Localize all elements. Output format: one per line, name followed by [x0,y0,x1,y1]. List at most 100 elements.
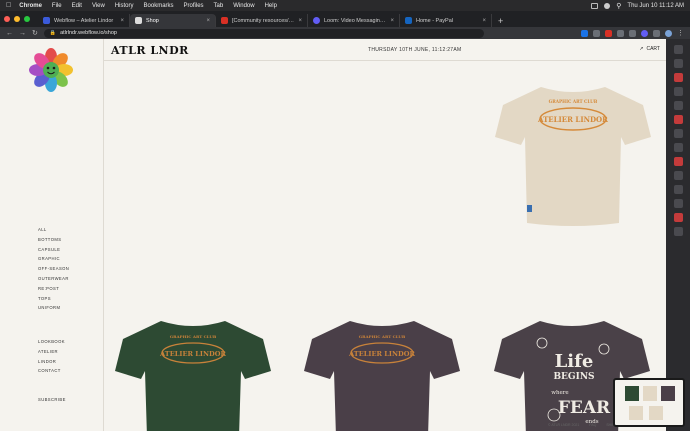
tool-icon[interactable] [673,115,683,124]
close-tab-icon[interactable]: × [206,18,210,24]
loom-icon [313,17,320,24]
nav-lindor[interactable]: LINDOR [38,359,65,369]
tool-icon[interactable] [673,59,683,68]
shop-favicon-icon [135,17,142,24]
tab-title: Home - PayPal [416,17,453,24]
close-tab-icon[interactable]: × [482,18,486,24]
product-card[interactable]: GRAPHIC ART CLUB ATELIER LINDOR [113,317,273,431]
tab-title: Loom: Video Messaging for Wo [324,17,386,24]
product-card[interactable]: GRAPHIC ART CLUB ATELIER LINDOR [302,317,462,431]
nav-off-season[interactable]: OFF-SEASON [38,266,69,276]
menu-window[interactable]: Window [233,3,254,9]
macos-menubar:  Chrome File Edit View History Bookmark… [0,0,690,11]
cart-icon: ↗ [639,46,644,52]
print-arc-text: GRAPHIC ART CLUB [359,334,406,339]
wifi-icon[interactable] [604,2,611,9]
tool-icon[interactable] [673,227,683,236]
lock-icon[interactable]: 🔒 [50,30,56,36]
minimize-window-button[interactable] [14,16,20,22]
search-icon[interactable]: ⚲ [616,2,621,10]
tool-icon[interactable] [673,87,683,96]
tool-icon[interactable] [673,101,683,110]
tab-title: Webflow – Atelier Lindor [54,17,114,24]
extension-icon[interactable] [581,29,588,37]
tool-icon[interactable] [673,45,683,54]
nav-bottoms[interactable]: BOTTOMS [38,237,69,247]
nav-graphic[interactable]: GRAPHIC [38,256,69,266]
tab-loom[interactable]: Loom: Video Messaging for Wo × [308,14,400,27]
extensions-area: ⋮ [581,29,684,37]
tab-webflow[interactable]: Webflow – Atelier Lindor × [38,14,130,27]
menu-tab[interactable]: Tab [214,3,224,9]
reload-icon[interactable]: ↻ [32,29,38,37]
subscribe-link[interactable]: SUBSCRIBE [38,397,66,402]
back-icon[interactable]: ← [6,30,13,37]
cart-label: CART [646,46,660,52]
status-area: ⚲ Thu Jun 10 11:12 AM [591,2,684,10]
site-brand[interactable]: ATLR LNDR [111,44,189,57]
footer-faq[interactable]: FAQ [589,423,596,427]
menu-profiles[interactable]: Profiles [184,3,204,9]
close-window-button[interactable] [4,16,10,22]
battery-icon[interactable] [591,2,599,9]
nav-lookbook[interactable]: LOOKBOOK [38,339,65,349]
menubar-clock[interactable]: Thu Jun 10 11:12 AM [627,3,684,9]
nav-all[interactable]: ALL [38,227,69,237]
tool-icon[interactable] [673,73,683,82]
apple-icon[interactable]:  [6,2,11,9]
print-text: ATELIER LINDOR [348,350,415,358]
new-tab-button[interactable]: + [498,14,503,27]
close-tab-icon[interactable]: × [120,18,124,24]
menu-file[interactable]: File [52,3,62,9]
screenshot-thumbnail[interactable] [613,378,685,427]
menu-help[interactable]: Help [265,3,277,9]
extension-icon[interactable] [593,29,600,37]
footer-copyright: © ATLR LNDR 2021 [548,423,580,427]
tool-icon[interactable] [673,157,683,166]
site-footer: © ATLR LNDR 2021 FAQ SHIPPING [548,423,623,427]
tab-paypal[interactable]: Home - PayPal × [400,14,492,27]
cart-link[interactable]: ↗ CART [639,46,660,52]
tool-icon[interactable] [673,129,683,138]
tool-icon[interactable] [673,185,683,194]
menu-app[interactable]: Chrome [19,3,42,9]
extension-icon[interactable] [605,29,612,37]
nav-uniform[interactable]: UNIFORM [38,305,69,315]
print-text-where: where [551,390,568,396]
menu-edit[interactable]: Edit [72,3,82,9]
extension-icon[interactable] [653,29,660,37]
site-header: ATLR LNDR THURSDAY 10TH JUNE, 11:12:27AM… [103,39,666,61]
nav-tops[interactable]: TOPS [38,296,69,306]
tool-icon[interactable] [673,143,683,152]
close-tab-icon[interactable]: × [298,18,302,24]
menu-history[interactable]: History [115,3,134,9]
nav-repost[interactable]: RE:POST [38,286,69,296]
tool-icon[interactable] [673,171,683,180]
nav-outerwear[interactable]: OUTERWEAR [38,276,69,286]
nav-atelier[interactable]: ATELIER [38,349,65,359]
tab-gmail[interactable]: [Community resources/General] × [216,14,308,27]
print-arc-text: GRAPHIC ART CLUB [549,99,598,104]
forward-icon[interactable]: → [19,30,26,37]
menu-view[interactable]: View [92,3,105,9]
flower-logo-icon[interactable] [28,47,74,93]
tool-icon[interactable] [673,213,683,222]
menu-bookmarks[interactable]: Bookmarks [144,3,174,9]
nav-capsule[interactable]: CAPSULE [38,247,69,257]
browser-toolbar: ← → ↻ 🔒 atlrlndr.webflow.io/shop ⋮ [0,27,690,39]
kebab-menu-icon[interactable]: ⋮ [677,29,684,37]
zoom-window-button[interactable] [24,16,30,22]
print-text: ATELIER LINDOR [537,115,608,124]
product-card[interactable]: GRAPHIC ART CLUB ATELIER LINDOR [493,81,653,231]
url-text: atlrlndr.webflow.io/shop [60,30,117,36]
extension-icon[interactable] [629,29,636,37]
extension-icon[interactable] [617,29,624,37]
profile-avatar[interactable] [665,29,672,37]
extension-icon[interactable] [641,29,648,37]
tool-icon[interactable] [673,199,683,208]
address-bar[interactable]: 🔒 atlrlndr.webflow.io/shop [43,28,484,38]
tab-shop[interactable]: Shop × [130,14,216,27]
paypal-icon [405,17,412,24]
close-tab-icon[interactable]: × [390,18,394,24]
nav-contact[interactable]: CONTACT [38,368,65,378]
